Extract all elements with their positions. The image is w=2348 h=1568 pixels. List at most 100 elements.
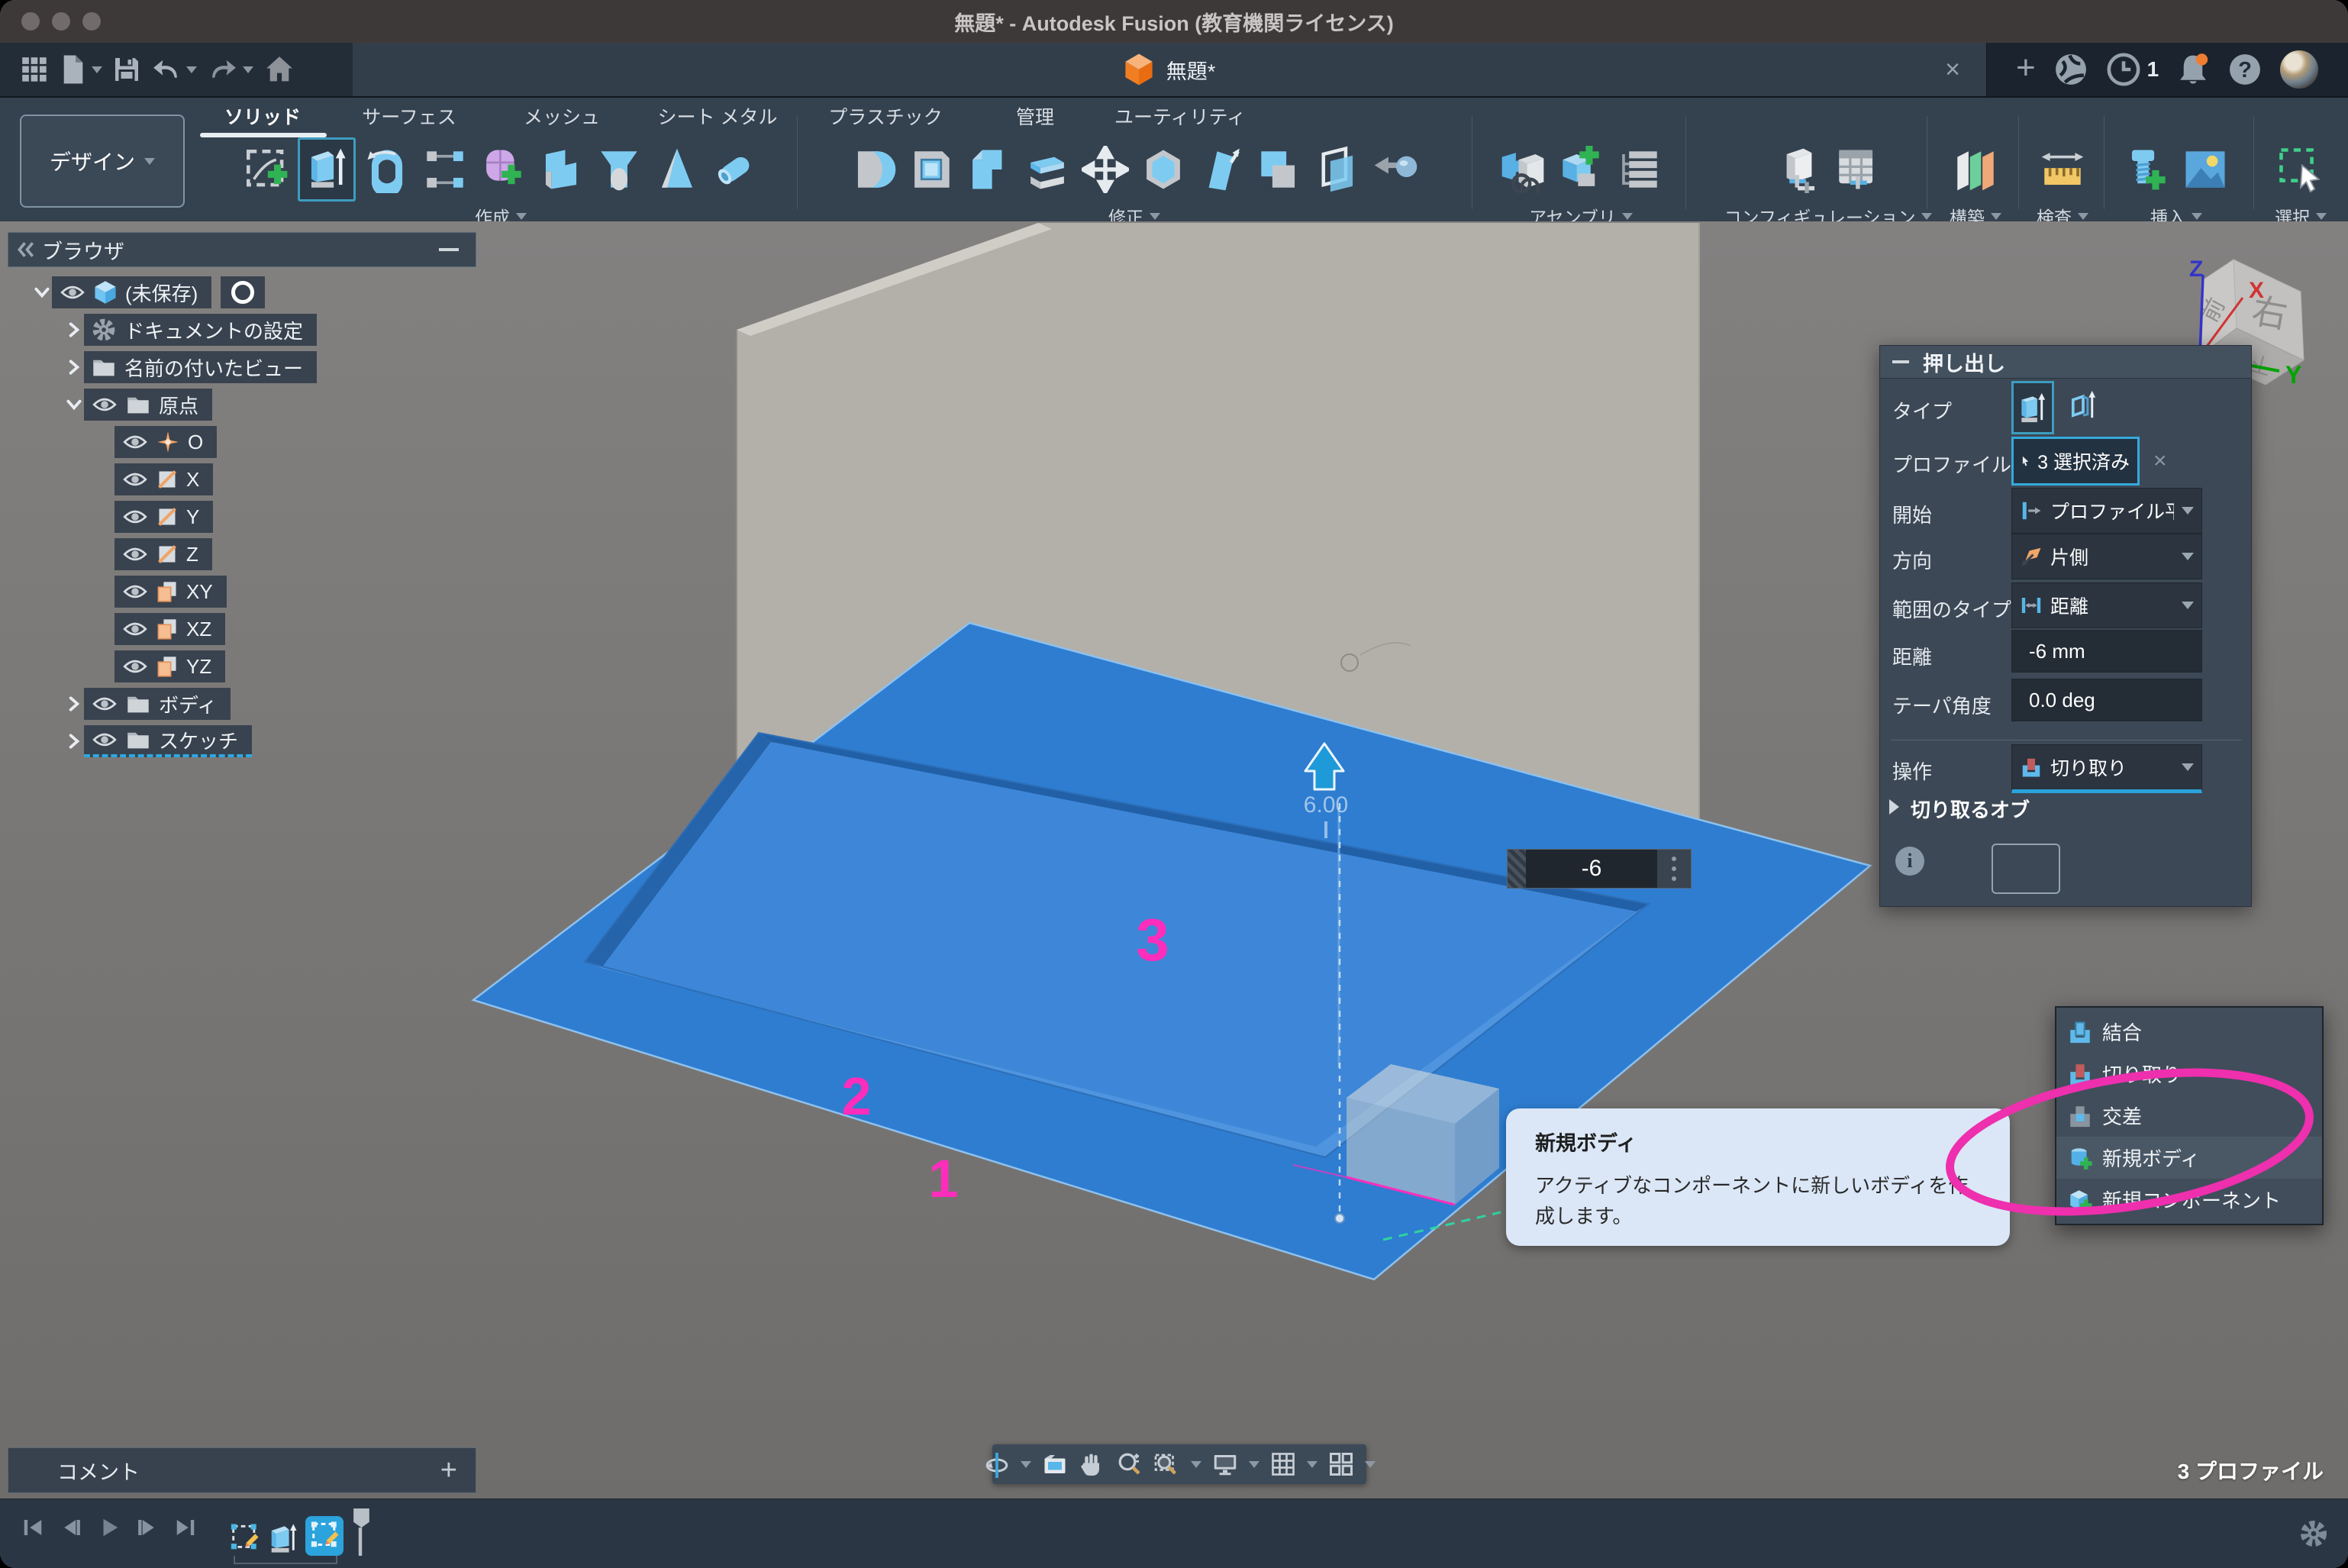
workspace-selector[interactable]: デザイン — [20, 115, 185, 208]
menu-item-new-body[interactable]: 新規ボディ — [2056, 1137, 2322, 1179]
look-at-icon[interactable] — [1041, 1450, 1069, 1478]
expand-section-icon[interactable] — [1889, 799, 1899, 815]
new-component-icon[interactable] — [1554, 140, 1608, 199]
delete-face-icon[interactable] — [1369, 140, 1422, 199]
tab-surface[interactable]: サーフェス — [362, 99, 456, 133]
cut-objects-label[interactable]: 切り取るオブ — [1911, 795, 2079, 823]
profile-select-button[interactable]: 3 選択済み — [2011, 437, 2140, 486]
mini-input-drag-handle-icon[interactable] — [1508, 850, 1526, 888]
file-menu-button[interactable] — [60, 54, 102, 85]
distance-input[interactable]: -6 mm — [2011, 630, 2202, 673]
notifications-bell-icon[interactable] — [2176, 52, 2210, 87]
dialog-collapse-icon[interactable] — [1892, 360, 1909, 363]
ok-button-partial[interactable] — [1992, 844, 2060, 894]
comments-bar[interactable]: コメント + — [8, 1447, 476, 1493]
mini-input-options-icon[interactable] — [1657, 850, 1691, 888]
step-back-button[interactable] — [60, 1516, 82, 1539]
dialog-header[interactable]: 押し出し — [1880, 346, 2251, 379]
chamfer-tool-icon[interactable] — [1137, 140, 1190, 199]
configure-icon[interactable] — [1772, 140, 1826, 199]
extrude-tool-icon[interactable] — [298, 137, 356, 202]
sweep-rails-icon[interactable] — [418, 140, 472, 199]
job-status[interactable]: 1 — [2106, 52, 2159, 87]
info-icon[interactable]: i — [1895, 847, 1924, 876]
help-icon[interactable]: ? — [2227, 52, 2263, 87]
window-zoom-caret-icon[interactable] — [1191, 1461, 1201, 1468]
home-view-button[interactable] — [264, 54, 295, 85]
extent-type-select[interactable]: 距離 — [2011, 582, 2202, 628]
revolve-cut-icon[interactable] — [592, 140, 646, 199]
orbit-caret-icon[interactable] — [1021, 1461, 1031, 1468]
menu-item-new-component[interactable]: 新規コンポーネント — [2056, 1179, 2322, 1221]
offset-face-icon[interactable] — [1021, 140, 1074, 199]
timeline-settings-gear-icon[interactable] — [2299, 1519, 2328, 1548]
minimize-window-button[interactable] — [52, 12, 70, 31]
type-extrude-solid-button[interactable] — [2011, 381, 2054, 434]
go-to-start-button[interactable] — [21, 1516, 44, 1539]
type-extrude-thin-button[interactable] — [2066, 381, 2100, 430]
taper-angle-input[interactable]: 0.0 deg — [2011, 679, 2202, 721]
grid-caret-icon[interactable] — [1307, 1461, 1318, 1468]
shell-tool-icon[interactable] — [905, 140, 958, 199]
app-grid-icon[interactable] — [20, 55, 49, 84]
mini-input-value[interactable]: -6 — [1526, 850, 1657, 888]
replace-face-icon[interactable] — [1253, 140, 1306, 199]
close-window-button[interactable] — [21, 12, 40, 31]
draft-tool-icon[interactable] — [1195, 140, 1248, 199]
display-settings-icon[interactable] — [1211, 1450, 1239, 1478]
close-tab-icon[interactable]: × — [1945, 43, 1960, 96]
joint-bom-icon[interactable] — [1612, 140, 1666, 199]
viewports-icon[interactable] — [1327, 1450, 1355, 1478]
sketch-point[interactable] — [1335, 1214, 1344, 1223]
undo-button[interactable] — [151, 56, 197, 82]
measure-icon[interactable] — [2036, 140, 2089, 199]
operation-select[interactable]: 切り取り — [2011, 744, 2202, 793]
direction-select[interactable]: 片側 — [2011, 534, 2202, 579]
create-form-icon[interactable] — [476, 140, 530, 199]
timeline-active-sketch-feature[interactable] — [305, 1516, 343, 1556]
menu-item-join[interactable]: 結合 — [2056, 1011, 2322, 1053]
move-tool-icon[interactable] — [1079, 140, 1132, 199]
grid-settings-icon[interactable] — [1269, 1450, 1297, 1478]
window-zoom-icon[interactable] — [1153, 1450, 1181, 1478]
undo-history-caret-icon[interactable] — [186, 66, 197, 73]
select-tool-icon[interactable] — [2274, 140, 2327, 199]
tab-mesh[interactable]: メッシュ — [524, 99, 600, 133]
cone-tool-icon[interactable] — [650, 140, 704, 199]
insert-canvas-icon[interactable] — [2179, 140, 2232, 199]
viewports-caret-icon[interactable] — [1365, 1461, 1376, 1468]
start-select[interactable]: プロファイル平... — [2011, 488, 2202, 534]
orbit-icon[interactable] — [983, 1450, 1011, 1478]
pipe-tool-icon[interactable] — [708, 140, 762, 199]
account-avatar[interactable] — [2280, 50, 2318, 89]
save-button[interactable] — [113, 56, 140, 83]
create-sketch-icon[interactable] — [240, 140, 293, 199]
redo-button[interactable] — [208, 56, 253, 82]
profile-clear-icon[interactable]: × — [2153, 448, 2167, 474]
play-button[interactable] — [98, 1516, 121, 1539]
combine-tool-icon[interactable] — [963, 140, 1016, 199]
configuration-table-icon[interactable] — [1830, 140, 1884, 199]
distance-mini-input[interactable]: -6 — [1507, 849, 1692, 889]
redo-history-caret-icon[interactable] — [243, 66, 253, 73]
timeline-position-marker[interactable] — [351, 1508, 369, 1556]
zoom-icon[interactable] — [1116, 1450, 1143, 1478]
go-to-end-button[interactable] — [174, 1516, 197, 1539]
offset-plane-icon[interactable] — [1311, 140, 1364, 199]
pan-icon[interactable] — [1079, 1450, 1106, 1478]
tab-manage[interactable]: 管理 — [1016, 99, 1054, 133]
timeline-sketch-feature[interactable] — [229, 1521, 260, 1556]
revolve-tool-icon[interactable] — [360, 140, 414, 199]
menu-item-intersect[interactable]: 交差 — [2056, 1095, 2322, 1137]
tab-utilities[interactable]: ユーティリティ — [1114, 99, 1246, 133]
tab-sheet-metal[interactable]: シート メタル — [658, 99, 778, 133]
menu-item-cut[interactable]: 切り取り — [2056, 1053, 2322, 1095]
zoom-window-button[interactable] — [82, 12, 101, 31]
step-forward-button[interactable] — [136, 1516, 159, 1539]
tab-solid[interactable]: ソリッド — [224, 99, 301, 133]
extensions-globe-icon[interactable] — [2053, 52, 2088, 87]
display-caret-icon[interactable] — [1249, 1461, 1259, 1468]
tab-plastic[interactable]: プラスチック — [828, 99, 943, 133]
press-pull-icon[interactable] — [847, 140, 900, 199]
timeline-extrude-feature[interactable] — [267, 1521, 298, 1556]
